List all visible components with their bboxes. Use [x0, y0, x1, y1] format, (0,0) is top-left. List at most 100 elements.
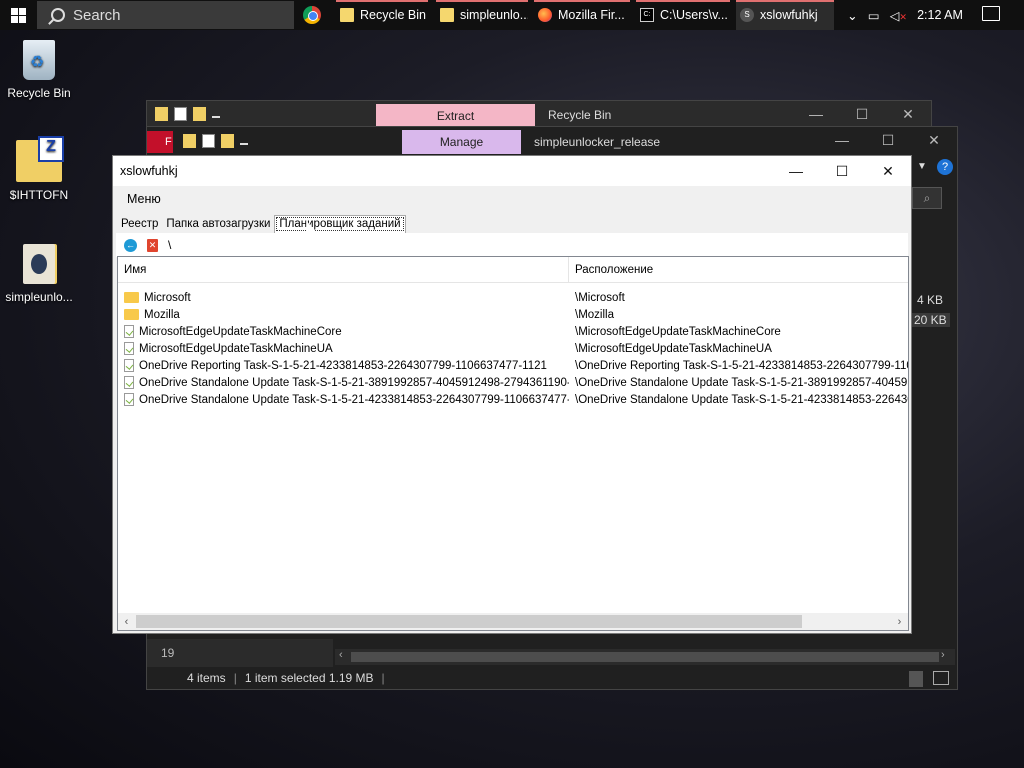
- chevron-down-icon[interactable]: ▼: [917, 161, 927, 172]
- folder-icon: [340, 8, 354, 22]
- taskbar-search-box[interactable]: Search: [37, 1, 294, 29]
- cell-location: \OneDrive Reporting Task-S-1-5-21-423381…: [575, 359, 908, 372]
- network-icon[interactable]: ▭: [868, 8, 880, 23]
- new-folder-icon[interactable]: [221, 134, 234, 148]
- tab-task-scheduler[interactable]: Планировщик заданий: [274, 215, 406, 233]
- archive-folder-icon: [16, 136, 64, 182]
- list-item[interactable]: Mozilla \Mozilla: [118, 306, 908, 323]
- properties-icon[interactable]: [174, 107, 187, 121]
- start-button[interactable]: [0, 0, 36, 30]
- maximize-icon[interactable]: ☐: [839, 101, 885, 127]
- taskbar-task-cmd[interactable]: C: C:\Users\v...: [636, 0, 730, 30]
- scroll-right-icon[interactable]: ›: [941, 649, 945, 661]
- chevron-down-icon[interactable]: [212, 110, 220, 118]
- status-selection: 1 item selected 1.19 MB: [244, 671, 374, 685]
- help-icon[interactable]: ?: [937, 159, 953, 175]
- status-items-count: 4 items: [187, 671, 226, 685]
- list-item[interactable]: OneDrive Standalone Update Task-S-1-5-21…: [118, 374, 908, 391]
- list-item[interactable]: OneDrive Reporting Task-S-1-5-21-4233814…: [118, 357, 908, 374]
- item-name: Microsoft: [144, 291, 191, 304]
- delete-icon[interactable]: ✕: [147, 238, 158, 252]
- desktop-icon-simpleunlocker[interactable]: simpleunlo...: [1, 244, 77, 304]
- new-folder-icon[interactable]: [193, 107, 206, 121]
- taskbar-task-xslowfuhkj[interactable]: S xslowfuhkj: [736, 0, 834, 30]
- task-list[interactable]: Имя Расположение Microsoft \Microsoft Mozi…: [117, 256, 909, 631]
- nav-pane-item[interactable]: 19: [147, 639, 333, 667]
- scheduled-task-icon: [124, 393, 134, 406]
- chevron-up-icon[interactable]: ⌄: [847, 8, 857, 23]
- desktop-icon-ihttofn[interactable]: $IHTTOFN: [1, 136, 77, 202]
- menu-item-menu[interactable]: Меню: [127, 192, 161, 206]
- tab-startup-folder[interactable]: Папка автозагрузки: [162, 216, 274, 233]
- task-label: simpleunlo...: [460, 8, 528, 22]
- firefox-icon: [538, 8, 552, 22]
- minimize-icon[interactable]: —: [819, 127, 865, 155]
- window-title: xslowfuhkj: [120, 164, 178, 178]
- tab-extract[interactable]: Extract: [376, 104, 535, 128]
- taskbar-task-firefox[interactable]: Mozilla Fir...: [534, 0, 630, 30]
- folder-icon[interactable]: [155, 107, 168, 121]
- file-size: 4 KB: [917, 293, 944, 307]
- column-header-name[interactable]: Имя: [118, 257, 569, 282]
- horizontal-scrollbar[interactable]: ‹ ›: [118, 613, 908, 630]
- item-name: MicrosoftEdgeUpdateTaskMachineUA: [139, 342, 333, 355]
- file-size: 20 KB: [911, 313, 950, 327]
- task-label: C:\Users\v...: [660, 8, 728, 22]
- windows-logo-icon: [10, 7, 26, 23]
- chevron-down-icon[interactable]: [240, 137, 248, 145]
- minimize-icon[interactable]: —: [773, 156, 819, 186]
- back-arrow-icon[interactable]: ←: [124, 238, 137, 252]
- scroll-thumb[interactable]: [136, 615, 802, 628]
- file-tab-marker[interactable]: F: [147, 131, 173, 153]
- maximize-icon[interactable]: ☐: [865, 127, 911, 155]
- desktop-icon-recycle-bin[interactable]: Recycle Bin: [1, 40, 77, 100]
- chrome-icon[interactable]: [303, 6, 321, 24]
- list-header: Имя Расположение: [118, 257, 908, 283]
- horizontal-scrollbar[interactable]: ‹ ›: [335, 649, 955, 665]
- folder-icon: [23, 244, 55, 284]
- list-item[interactable]: MicrosoftEdgeUpdateTaskMachineCore \Micro…: [118, 323, 908, 340]
- desktop-icon-label: simpleunlo...: [5, 290, 73, 304]
- cell-name: MicrosoftEdgeUpdateTaskMachineCore: [118, 325, 569, 338]
- minimize-icon[interactable]: —: [793, 101, 839, 127]
- scheduled-task-icon: [124, 342, 134, 355]
- details-view-icon[interactable]: [909, 671, 923, 687]
- desktop-icon-label: Recycle Bin: [7, 86, 71, 100]
- cmd-icon: C:: [640, 8, 654, 22]
- search-icon[interactable]: ⌕: [912, 187, 942, 209]
- cell-location: \OneDrive Standalone Update Task-S-1-5-2…: [575, 393, 908, 406]
- large-icons-view-icon[interactable]: [933, 671, 949, 685]
- title-bar[interactable]: xslowfuhkj — ☐ ✕: [113, 156, 911, 186]
- app-window-xslowfuhkj[interactable]: xslowfuhkj — ☐ ✕ Меню Реестр Папка автоз…: [112, 155, 912, 634]
- scroll-left-icon[interactable]: ‹: [118, 616, 135, 628]
- scheduled-task-icon: [124, 325, 134, 338]
- scroll-right-icon[interactable]: ›: [891, 616, 908, 628]
- clock[interactable]: 2:12 AM: [912, 0, 968, 30]
- window-title: simpleunlocker_release: [534, 135, 661, 149]
- scroll-thumb[interactable]: [351, 652, 939, 662]
- folder-icon: [124, 309, 139, 320]
- app-icon: S: [740, 8, 754, 22]
- task-label: Mozilla Fir...: [558, 8, 625, 22]
- close-icon[interactable]: ✕: [911, 127, 957, 155]
- volume-muted-icon[interactable]: ◁✕: [890, 8, 907, 23]
- maximize-icon[interactable]: ☐: [819, 156, 865, 186]
- list-item[interactable]: Microsoft \Microsoft: [118, 289, 908, 306]
- list-item[interactable]: MicrosoftEdgeUpdateTaskMachineUA \Microso…: [118, 340, 908, 357]
- list-item[interactable]: OneDrive Standalone Update Task-S-1-5-21…: [118, 391, 908, 408]
- cell-location: \OneDrive Standalone Update Task-S-1-5-2…: [575, 376, 908, 389]
- tab-manage[interactable]: Manage: [402, 130, 521, 154]
- item-name: OneDrive Standalone Update Task-S-1-5-21…: [139, 393, 569, 406]
- column-header-location[interactable]: Расположение: [569, 257, 653, 282]
- folder-icon[interactable]: [183, 134, 196, 148]
- notifications-icon[interactable]: [982, 6, 1000, 21]
- task-label: xslowfuhkj: [760, 8, 818, 22]
- properties-icon[interactable]: [202, 134, 215, 148]
- scroll-left-icon[interactable]: ‹: [339, 649, 343, 661]
- search-icon: [51, 8, 65, 22]
- close-icon[interactable]: ✕: [885, 101, 931, 127]
- taskbar-task-simpleunlocker[interactable]: simpleunlo...: [436, 0, 528, 30]
- close-icon[interactable]: ✕: [865, 156, 911, 186]
- taskbar-task-recycle-bin[interactable]: Recycle Bin: [336, 0, 428, 30]
- tab-registry[interactable]: Реестр: [117, 216, 162, 233]
